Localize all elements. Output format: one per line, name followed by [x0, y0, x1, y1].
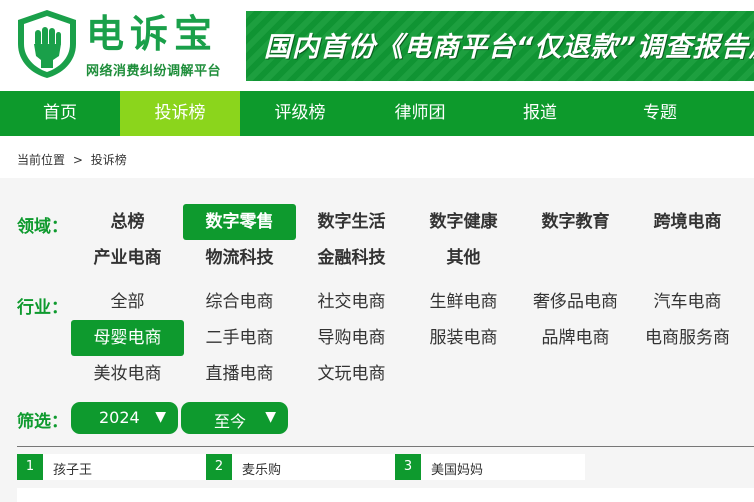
- industry-option[interactable]: 文玩电商: [295, 356, 408, 392]
- report-banner[interactable]: 国内首份《电商平台“仅退款”调查报告》: [246, 11, 754, 81]
- industry-option[interactable]: 全部: [71, 284, 184, 320]
- industry-option[interactable]: 汽车电商: [631, 284, 744, 320]
- breadcrumb-current[interactable]: 投诉榜: [91, 153, 127, 167]
- rank-name: 麦乐购: [242, 463, 282, 478]
- domain-option[interactable]: 数字生活: [295, 204, 408, 240]
- breadcrumb-prefix: 当前位置: [17, 153, 66, 167]
- domain-option[interactable]: 其他: [407, 240, 520, 276]
- site-logo[interactable]: 电诉宝 网络消费纠纷调解平台: [14, 8, 244, 83]
- ranking-item[interactable]: 3 美国妈妈: [395, 454, 585, 480]
- rank-name: 孩子王: [53, 463, 93, 478]
- domain-option[interactable]: 数字教育: [519, 204, 632, 240]
- nav-item-lawyers[interactable]: 律师团: [360, 91, 480, 136]
- industry-option[interactable]: 生鲜电商: [407, 284, 520, 320]
- year-select[interactable]: 2024 ▼: [71, 402, 178, 434]
- nav-item-rating-rank[interactable]: 评级榜: [240, 91, 360, 136]
- domain-option[interactable]: 跨境电商: [631, 204, 744, 240]
- industry-label: 行业：: [17, 298, 68, 318]
- breadcrumb-separator: >: [72, 153, 83, 167]
- industry-option[interactable]: 电商服务商: [631, 320, 744, 356]
- industry-option[interactable]: 直播电商: [183, 356, 296, 392]
- period-select[interactable]: 至今 ▼: [181, 402, 288, 434]
- logo-subtitle: 网络消费纠纷调解平台: [86, 64, 222, 79]
- rank-name: 美国妈妈: [431, 463, 484, 478]
- list-area: [17, 488, 754, 502]
- screen-label: 筛选：: [17, 412, 68, 432]
- ranking-item[interactable]: 2 麦乐购: [206, 454, 396, 480]
- domain-option[interactable]: 物流科技: [183, 240, 296, 276]
- main-nav: 首页 投诉榜 评级榜 律师团 报道 专题: [0, 91, 754, 136]
- year-select-value: 2024: [99, 408, 140, 427]
- industry-option[interactable]: 服装电商: [407, 320, 520, 356]
- caret-down-icon: ▼: [155, 409, 166, 425]
- site-header: 电诉宝 网络消费纠纷调解平台 国内首份《电商平台“仅退款”调查报告》: [0, 0, 754, 91]
- rank-number: 3: [395, 454, 421, 480]
- domain-option[interactable]: 金融科技: [295, 240, 408, 276]
- industry-option[interactable]: 美妆电商: [71, 356, 184, 392]
- divider: [17, 446, 754, 447]
- domain-option-active[interactable]: 数字零售: [183, 204, 296, 240]
- caret-down-icon: ▼: [265, 409, 276, 425]
- domain-label: 领域：: [17, 217, 68, 237]
- logo-title: 电诉宝: [86, 12, 219, 56]
- domain-option[interactable]: 总榜: [71, 204, 184, 240]
- nav-item-complaint-rank[interactable]: 投诉榜: [120, 91, 240, 136]
- industry-option-active[interactable]: 母婴电商: [71, 320, 184, 356]
- nav-item-home[interactable]: 首页: [0, 91, 120, 136]
- industry-option[interactable]: 品牌电商: [519, 320, 632, 356]
- domain-option[interactable]: 数字健康: [407, 204, 520, 240]
- filter-panel: 领域： 总榜 数字零售 数字生活 数字健康 数字教育 跨境电商 产业电商 物流科…: [0, 178, 754, 502]
- breadcrumb: 当前位置 > 投诉榜: [17, 151, 131, 168]
- industry-option[interactable]: 二手电商: [183, 320, 296, 356]
- nav-item-topics[interactable]: 专题: [600, 91, 720, 136]
- nav-item-reports[interactable]: 报道: [480, 91, 600, 136]
- domain-option[interactable]: 产业电商: [71, 240, 184, 276]
- breadcrumb-bar: 当前位置 > 投诉榜: [0, 136, 754, 178]
- industry-option[interactable]: 导购电商: [295, 320, 408, 356]
- shield-fist-icon: [18, 10, 76, 78]
- industry-option[interactable]: 奢侈品电商: [519, 284, 632, 320]
- banner-text: 国内首份《电商平台“仅退款”调查报告》: [264, 32, 754, 63]
- period-select-value: 至今: [214, 412, 247, 431]
- rank-number: 2: [206, 454, 232, 480]
- rank-number: 1: [17, 454, 43, 480]
- ranking-item[interactable]: 1 孩子王: [17, 454, 207, 480]
- industry-option[interactable]: 综合电商: [183, 284, 296, 320]
- industry-option[interactable]: 社交电商: [295, 284, 408, 320]
